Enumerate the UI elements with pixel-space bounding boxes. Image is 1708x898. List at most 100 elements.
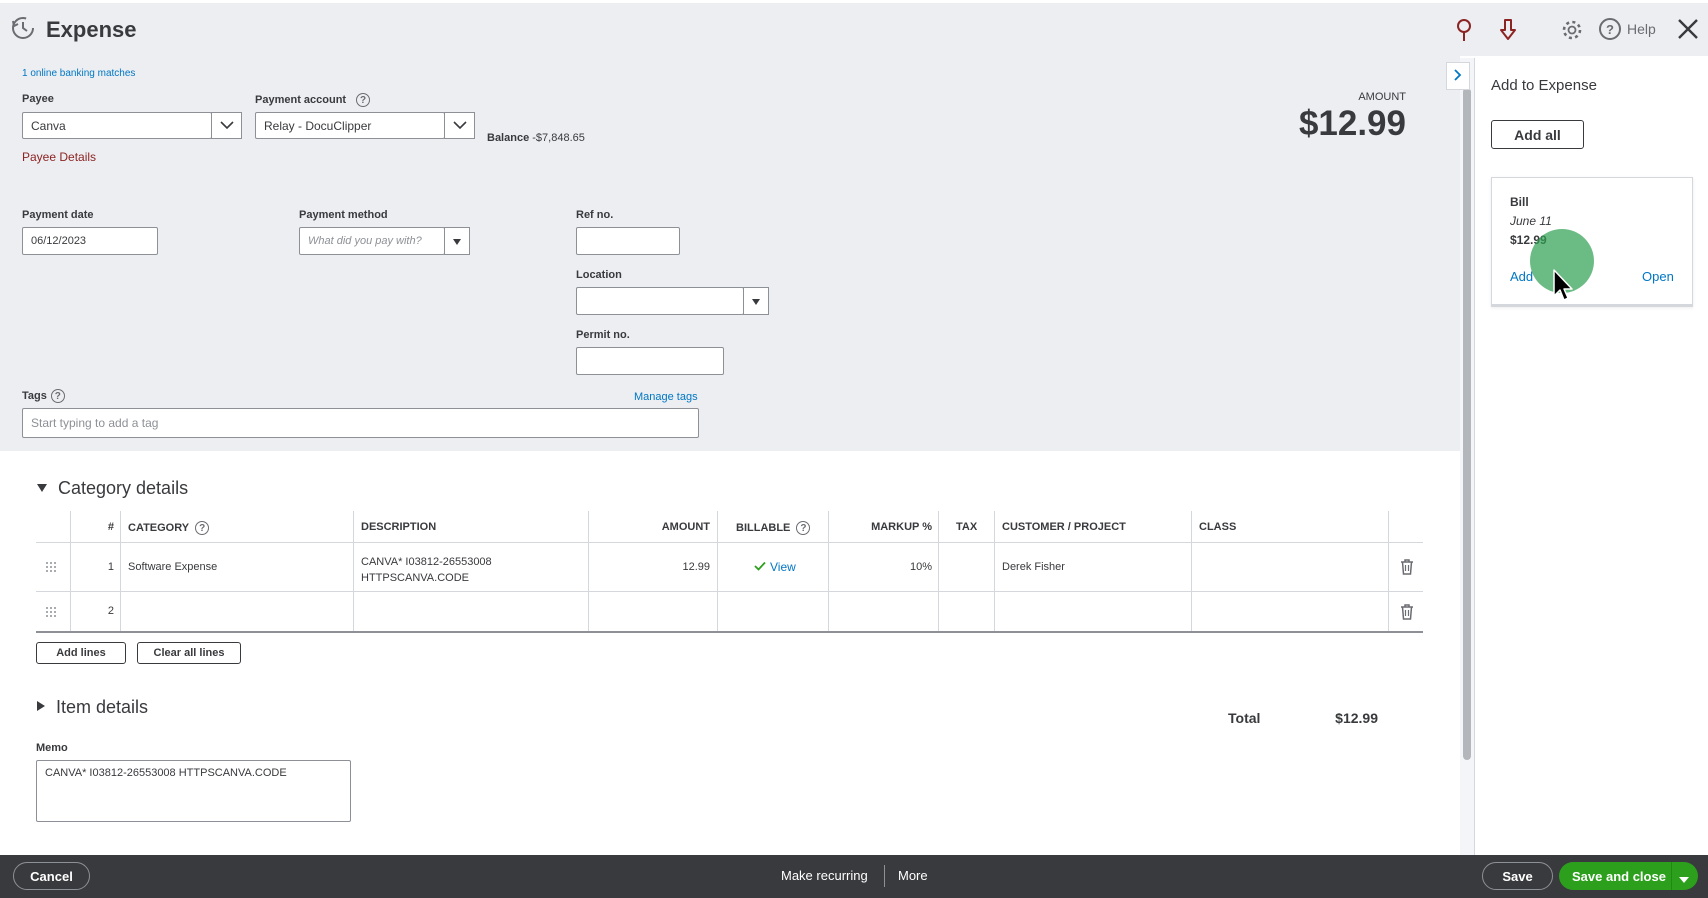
col-header-markup: MARKUP %	[871, 521, 932, 533]
chevron-down-icon	[219, 119, 234, 133]
page-header: Expense ? Help	[0, 0, 1708, 56]
payee-dropdown-button[interactable]	[211, 112, 242, 139]
more-button[interactable]: More	[898, 868, 928, 883]
balance-label: Balance	[487, 132, 530, 144]
cancel-button[interactable]: Cancel	[13, 862, 90, 890]
payee-label: Payee	[22, 93, 54, 105]
row-description[interactable]: CANVA* I03812-26553008 HTTPSCANVA.CODE	[361, 554, 492, 586]
check-icon	[754, 560, 766, 574]
trash-icon[interactable]	[1400, 559, 1414, 575]
payee-select[interactable]: Canva	[22, 112, 212, 139]
col-header-billable: BILLABLE ?	[736, 521, 811, 535]
close-icon[interactable]	[1676, 17, 1700, 41]
mouse-cursor-icon	[1552, 268, 1576, 304]
row-customer[interactable]: Derek Fisher	[1002, 561, 1065, 573]
total-value: $12.99	[1335, 710, 1378, 726]
col-header-customer: CUSTOMER / PROJECT	[1002, 521, 1126, 533]
bill-card-type: Bill	[1510, 195, 1529, 209]
arrow-down-icon[interactable]	[1495, 17, 1521, 43]
caret-down-icon[interactable]	[1678, 873, 1690, 883]
gear-icon[interactable]	[1559, 17, 1585, 43]
payment-account-dropdown-button[interactable]	[444, 112, 475, 139]
tags-input[interactable]: Start typing to add a tag	[22, 408, 699, 438]
help-icon[interactable]: ?	[796, 521, 811, 535]
tags-label: Tags ?	[22, 389, 65, 403]
row-amount[interactable]: 12.99	[588, 561, 710, 573]
add-all-button[interactable]: Add all	[1491, 120, 1584, 149]
tags-label-text: Tags	[22, 390, 47, 402]
item-details-toggle[interactable]: Item details	[36, 697, 148, 718]
payment-date-input[interactable]: 06/12/2023	[22, 227, 158, 255]
payment-method-label: Payment method	[299, 209, 388, 221]
add-lines-button[interactable]: Add lines	[36, 642, 126, 664]
bill-card[interactable]: Bill June 11 $12.99 Add Open	[1491, 177, 1693, 307]
col-header-category-text: CATEGORY	[128, 522, 190, 534]
col-header-number: #	[107, 521, 114, 533]
permit-no-input[interactable]	[576, 347, 724, 375]
bill-card-add-link[interactable]: Add	[1510, 269, 1533, 284]
payment-method-dropdown-button[interactable]	[444, 227, 470, 255]
location-dropdown-button[interactable]	[743, 287, 769, 315]
permit-no-label: Permit no.	[576, 329, 630, 341]
row-markup[interactable]: 10%	[828, 561, 932, 573]
tags-placeholder: Start typing to add a tag	[31, 416, 159, 430]
help-icon[interactable]: ?	[50, 389, 65, 403]
bill-card-date: June 11	[1510, 214, 1552, 228]
payment-method-select[interactable]: What did you pay with?	[299, 227, 445, 255]
clear-all-lines-button[interactable]: Clear all lines	[137, 642, 241, 664]
category-table: # CATEGORY ? DESCRIPTION AMOUNT BILLABLE…	[36, 511, 1423, 633]
help-button[interactable]: ? Help	[1599, 18, 1656, 40]
drag-handle-icon[interactable]	[45, 606, 57, 618]
payment-account-select[interactable]: Relay - DocuClipper	[255, 112, 445, 139]
table-row[interactable]: 1 Software Expense CANVA* I03812-2655300…	[36, 543, 1423, 591]
payee-details-link[interactable]: Payee Details	[22, 150, 96, 164]
payment-date-label: Payment date	[22, 209, 94, 221]
row-number: 1	[107, 561, 114, 573]
category-details-toggle[interactable]: Category details	[36, 478, 188, 499]
location-select[interactable]	[576, 287, 744, 315]
col-header-category: CATEGORY ?	[128, 521, 210, 535]
pin-icon[interactable]	[1451, 17, 1477, 43]
memo-textarea[interactable]: CANVA* I03812-26553008 HTTPSCANVA.CODE	[36, 760, 351, 822]
page-title: Expense	[46, 17, 137, 42]
drag-handle-icon[interactable]	[45, 561, 57, 573]
memo-label: Memo	[36, 742, 68, 754]
memo-value: CANVA* I03812-26553008 HTTPSCANVA.CODE	[45, 767, 287, 779]
save-button[interactable]: Save	[1482, 862, 1553, 890]
side-panel-title: Add to Expense	[1491, 77, 1597, 94]
row-category[interactable]: Software Expense	[128, 561, 217, 573]
footer-bar: Cancel Make recurring More Save Save and…	[0, 855, 1708, 898]
scrollbar[interactable]	[1460, 58, 1474, 855]
payee-value: Canva	[31, 118, 66, 133]
payment-date-value: 06/12/2023	[31, 235, 87, 247]
chevron-down-icon	[452, 119, 467, 133]
ref-no-label: Ref no.	[576, 209, 614, 221]
chevron-right-icon	[1454, 68, 1462, 84]
collapse-panel-button[interactable]	[1446, 62, 1470, 90]
item-details-title: Item details	[56, 697, 149, 717]
payment-account-value: Relay - DocuClipper	[264, 118, 372, 133]
category-details-title: Category details	[58, 478, 189, 498]
row-description-line1: CANVA* I03812-26553008	[361, 556, 492, 568]
total-label: Total	[1228, 710, 1261, 726]
bill-card-open-link[interactable]: Open	[1642, 269, 1674, 284]
table-row[interactable]: 2	[36, 592, 1423, 631]
help-icon: ?	[1599, 18, 1621, 40]
help-icon[interactable]: ?	[356, 93, 371, 107]
amount-value: $12.99	[1298, 104, 1406, 143]
recent-transactions-icon[interactable]	[10, 15, 36, 41]
payment-account-label: Payment account ?	[255, 93, 371, 107]
row-number: 2	[107, 605, 114, 617]
trash-icon[interactable]	[1400, 604, 1414, 620]
banking-matches-link[interactable]: 1 online banking matches	[22, 68, 135, 79]
manage-tags-link[interactable]: Manage tags	[634, 391, 698, 403]
billable-view-link[interactable]: View	[770, 560, 796, 574]
ref-no-input[interactable]	[576, 227, 680, 255]
row-billable[interactable]: View	[754, 560, 796, 574]
caret-right-icon	[36, 700, 46, 715]
make-recurring-button[interactable]: Make recurring	[781, 868, 868, 883]
help-icon[interactable]: ?	[195, 521, 210, 535]
balance: Balance -$7,848.65	[487, 132, 585, 144]
scrollbar-thumb[interactable]	[1463, 88, 1471, 760]
row-description-line2: HTTPSCANVA.CODE	[361, 572, 469, 584]
